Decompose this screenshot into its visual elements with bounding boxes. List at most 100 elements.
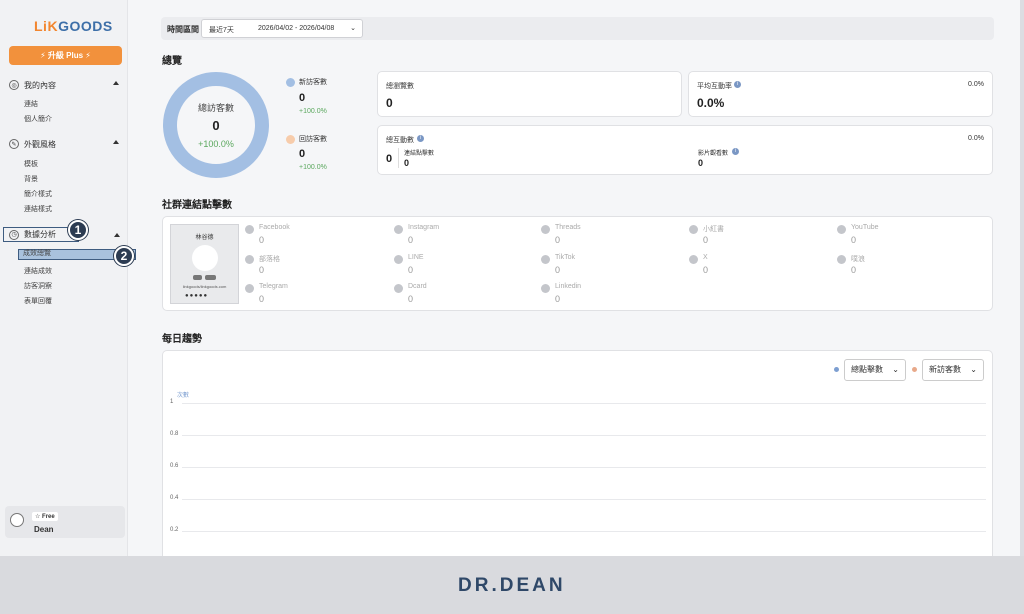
social-icon — [689, 255, 698, 264]
step-marker-2: 2 — [114, 246, 134, 266]
sidebar-item-link-style[interactable]: 連結樣式 — [24, 204, 52, 214]
y-tick-label: 0.8 — [170, 431, 179, 437]
legend-return-visitors: 回訪客數 — [286, 134, 327, 144]
user-name: Dean — [34, 525, 54, 534]
logo[interactable]: LiKGOODS — [34, 18, 113, 34]
social-name: LINE — [408, 254, 424, 261]
sidebar-item-profile[interactable]: 個人簡介 — [24, 114, 52, 124]
legend-dot — [286, 77, 295, 87]
plan-badge: ☆ Free — [32, 512, 58, 521]
sidebar-item-form-replies[interactable]: 表單回覆 — [24, 296, 52, 306]
y-tick-label: 0.6 — [170, 463, 179, 469]
step-marker-1: 1 — [68, 220, 88, 240]
metric2-select[interactable]: 新訪客數 ⌄ — [922, 359, 984, 381]
social-name: 噗浪 — [851, 256, 865, 263]
sidebar-section-appearance[interactable]: ✎ 外觀風格 — [9, 137, 121, 151]
social-icon — [245, 255, 254, 264]
caret-up-icon — [113, 81, 119, 85]
return-visitors-change: +100.0% — [299, 164, 327, 171]
social-name: Instagram — [408, 224, 440, 231]
caret-up-icon — [114, 233, 120, 237]
sidebar-section-my-content[interactable]: ◎ 我的內容 — [9, 78, 121, 92]
analytics-icon: ◷ — [9, 229, 19, 240]
social-name: Dcard — [408, 283, 427, 290]
trend-title: 每日趨勢 — [162, 334, 202, 345]
social-value: 0 — [408, 294, 414, 304]
avatar — [10, 513, 24, 527]
new-visitors-value: 0 — [299, 92, 306, 104]
metric2-dot — [912, 367, 917, 372]
metric1-dot — [834, 367, 839, 372]
gridline — [182, 403, 986, 404]
donut-label: 總訪客數 — [197, 103, 234, 113]
social-value: 0 — [703, 235, 709, 245]
gridline — [182, 435, 986, 436]
user-card[interactable]: ☆ Free Dean — [5, 506, 125, 538]
info-icon[interactable]: i — [417, 135, 424, 142]
info-icon[interactable]: i — [734, 81, 741, 88]
filter-label: 時間區間 — [167, 25, 199, 34]
gridline — [182, 531, 986, 532]
sidebar-item-bio-style[interactable]: 簡介樣式 — [24, 189, 52, 199]
profile-preview: 林谷德 linkgoods/linkgoods.com ●●●●● — [170, 224, 239, 304]
social-icon — [245, 225, 254, 234]
social-name: Linkedin — [555, 283, 582, 290]
return-visitors-value: 0 — [299, 148, 306, 160]
upgrade-plus-button[interactable]: ⚡ 升級 Plus ⚡ — [9, 46, 122, 65]
date-filter-bar: 時間區間 最近7天 2026/04/02 - 2026/04/08 ⌄ — [161, 17, 994, 40]
social-icon — [541, 225, 550, 234]
badge-icon — [205, 275, 216, 280]
chevron-down-icon: ⌄ — [350, 25, 356, 32]
brand-logo: DR.DEAN — [458, 575, 566, 596]
social-name: TikTok — [555, 254, 575, 261]
preview-social-icons: ●●●●● — [185, 293, 209, 299]
total-interactions-card: 總互動數 i 0.0% 0 連結點擊數 0 影片觀看數 i 0 — [377, 125, 993, 175]
new-visitors-change: +100.0% — [299, 108, 327, 115]
social-icon — [245, 284, 254, 293]
sidebar-item-template[interactable]: 模板 — [24, 159, 38, 169]
social-icon — [837, 225, 846, 234]
brush-icon: ✎ — [9, 139, 19, 149]
social-name: Telegram — [259, 283, 288, 290]
social-icon — [394, 284, 403, 293]
donut-change: +100.0% — [198, 139, 234, 149]
info-icon[interactable]: i — [732, 148, 739, 155]
total-views-card: 總瀏覽數 0 — [377, 71, 682, 117]
badge-icon — [193, 275, 202, 280]
sidebar-item-link-performance[interactable]: 連結成效 — [24, 266, 52, 276]
legend-new-visitors: 新訪客數 — [286, 77, 327, 87]
social-name: 部落格 — [259, 256, 280, 263]
sidebar: LiKGOODS ⚡ 升級 Plus ⚡ ◎ 我的內容 連結 個人簡介 ✎ 外觀… — [0, 0, 136, 556]
chevron-down-icon: ⌄ — [970, 365, 977, 374]
social-value: 0 — [851, 235, 857, 245]
social-value: 0 — [555, 265, 561, 275]
overview-title: 總覽 — [162, 56, 182, 67]
sidebar-item-background[interactable]: 背景 — [24, 174, 38, 184]
metric1-select[interactable]: 總點擊數 ⌄ — [844, 359, 906, 381]
y-tick-label: 1 — [170, 399, 174, 405]
social-name: YouTube — [851, 224, 879, 231]
social-value: 0 — [408, 265, 414, 275]
social-value: 0 — [851, 265, 857, 275]
sidebar-item-links[interactable]: 連結 — [24, 99, 38, 109]
sidebar-item-visitor-insights[interactable]: 訪客洞察 — [24, 281, 52, 291]
social-value: 0 — [259, 265, 265, 275]
social-value: 0 — [555, 235, 561, 245]
y-unit-label: 次數 — [177, 393, 190, 399]
social-icon — [394, 225, 403, 234]
social-value: 0 — [408, 235, 414, 245]
y-tick-label: 0.4 — [170, 495, 179, 501]
social-icon — [541, 255, 550, 264]
y-tick-label: 0.2 — [170, 527, 179, 533]
chevron-down-icon: ⌄ — [892, 365, 899, 374]
gridline — [182, 467, 986, 468]
social-value: 0 — [259, 235, 265, 245]
legend-dot — [286, 134, 295, 144]
social-icon — [689, 225, 698, 234]
social-name: Facebook — [259, 224, 290, 231]
gridline — [182, 499, 986, 500]
social-value: 0 — [259, 294, 265, 304]
divider — [398, 148, 399, 168]
social-name: Threads — [555, 224, 581, 231]
date-range-select[interactable]: 最近7天 2026/04/02 - 2026/04/08 ⌄ — [201, 19, 363, 38]
